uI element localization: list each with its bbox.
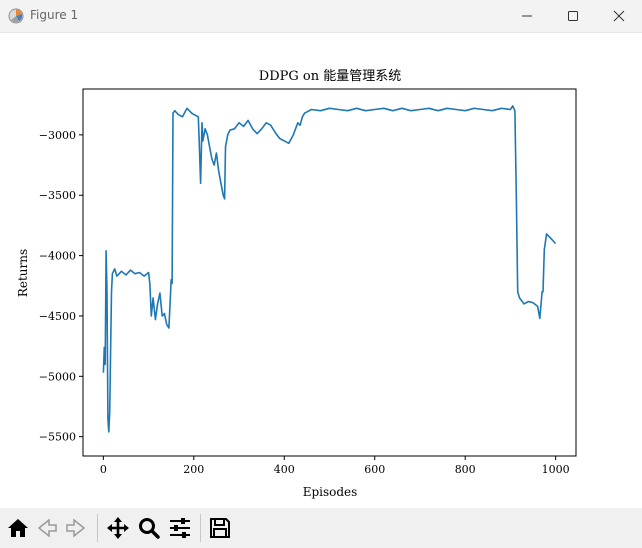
home-button[interactable] — [4, 514, 32, 542]
move-arrows-icon — [107, 517, 129, 539]
axis-ticks: 0 200 400 600 800 1000 −3000 −3500 −4000 −4500 −50… — [39, 129, 570, 476]
y-tick-label: −3500 — [39, 189, 76, 202]
x-tick-label: 600 — [364, 463, 385, 476]
y-tick-label: −5000 — [39, 370, 76, 383]
minimize-icon — [522, 15, 532, 17]
window-title: Figure 1 — [30, 8, 79, 22]
x-tick-label: 1000 — [542, 463, 570, 476]
chart-title: DDPG on 能量管理系统 — [259, 69, 401, 84]
magnifier-icon — [139, 518, 160, 539]
returns-line — [102, 105, 557, 433]
floppy-disk-icon — [210, 518, 230, 538]
window-titlebar: Figure 1 — [0, 0, 642, 33]
zoom-button[interactable] — [135, 514, 163, 542]
sliders-icon — [170, 518, 190, 538]
back-button[interactable] — [33, 514, 61, 542]
y-tick-label: −4500 — [39, 310, 76, 323]
close-icon — [613, 10, 625, 22]
x-tick-label: 0 — [100, 463, 107, 476]
x-tick-label: 200 — [183, 463, 204, 476]
y-tick-label: −3000 — [39, 129, 76, 142]
maximize-icon — [568, 11, 578, 21]
arrow-left-icon — [37, 518, 57, 538]
y-tick-label: −4000 — [39, 250, 76, 263]
navigation-toolbar — [0, 508, 642, 548]
pan-button[interactable] — [104, 514, 132, 542]
x-tick-label: 400 — [274, 463, 295, 476]
toolbar-separator — [97, 514, 98, 542]
configure-subplots-button[interactable] — [166, 514, 194, 542]
save-button[interactable] — [206, 514, 234, 542]
x-tick-label: 800 — [455, 463, 476, 476]
arrow-right-icon — [66, 518, 86, 538]
plot-area — [82, 88, 577, 457]
y-tick-label: −5500 — [39, 431, 76, 444]
home-icon — [8, 519, 28, 537]
figure-canvas: DDPG on 能量管理系统 0 200 400 600 800 1000 −3000 −35… — [0, 33, 642, 508]
y-axis-label: Returns — [16, 249, 30, 297]
minimize-button[interactable] — [504, 0, 550, 32]
maximize-button[interactable] — [550, 0, 596, 32]
matplotlib-figure-icon — [8, 8, 24, 24]
forward-button[interactable] — [62, 514, 90, 542]
chart: DDPG on 能量管理系统 0 200 400 600 800 1000 −3000 −35… — [16, 69, 577, 499]
x-axis-label: Episodes — [303, 485, 358, 499]
toolbar-separator — [200, 514, 201, 542]
close-button[interactable] — [596, 0, 642, 32]
